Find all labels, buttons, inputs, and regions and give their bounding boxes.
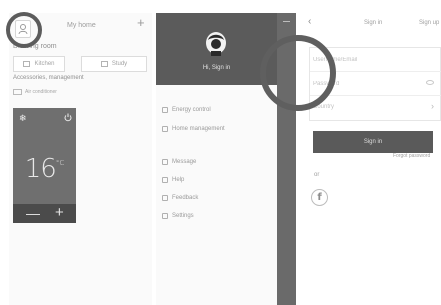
tab-sign-in[interactable]: Sign in [364, 20, 382, 26]
highlight-circle-username [260, 35, 336, 111]
room-button-kitchen[interactable]: Kitchen [13, 56, 65, 72]
room-button-study[interactable]: Study [81, 56, 147, 72]
device-tag-label: Air conditioner [25, 89, 57, 95]
menu-list: Energy control Home management Message H… [156, 85, 277, 305]
feedback-icon [162, 195, 168, 201]
menu-item-message[interactable]: Message [162, 157, 196, 167]
card-controls: — + [13, 204, 76, 223]
menu-item-home-management[interactable]: Home management [162, 124, 225, 134]
ac-device-card[interactable]: ❄ 16°C — + [13, 108, 76, 223]
help-icon [162, 177, 168, 183]
sign-in-button[interactable]: Sign in [313, 131, 433, 153]
energy-icon [162, 107, 168, 113]
room-icon [23, 61, 31, 67]
country-selector[interactable]: Country › [310, 96, 441, 120]
forgot-password-link[interactable]: Forgot password [393, 153, 430, 159]
section-label: Accessories, management [13, 75, 84, 81]
temperature-value: 16 [24, 154, 57, 184]
avatar[interactable] [204, 31, 228, 57]
decrease-temperature-button[interactable]: — [26, 205, 40, 221]
temperature-unit: °C [55, 159, 65, 167]
back-button[interactable]: ‹ [308, 17, 311, 27]
username-label[interactable]: Hi, Sign in [156, 65, 277, 71]
room-icon [100, 61, 108, 67]
room-button-label: Kitchen [34, 61, 55, 67]
menu-item-label: Feedback [172, 195, 199, 201]
message-icon [162, 159, 168, 165]
room-button-label: Study [111, 61, 128, 67]
settings-icon [162, 213, 168, 219]
menu-item-energy-control[interactable]: Energy control [162, 105, 211, 115]
menu-item-label: Settings [172, 213, 194, 219]
menu-close-icon[interactable] [283, 21, 290, 22]
chevron-right-icon: › [431, 101, 434, 111]
tab-sign-up[interactable]: Sign up [419, 20, 439, 26]
eye-icon[interactable] [426, 80, 434, 85]
facebook-icon[interactable]: f [311, 189, 328, 206]
menu-item-help[interactable]: Help [162, 175, 184, 185]
menu-header: Hi, Sign in [156, 13, 277, 85]
or-label: or [314, 172, 320, 178]
increase-temperature-button[interactable]: + [55, 204, 64, 221]
temperature-display: 16°C [13, 154, 76, 184]
home-icon [162, 126, 168, 132]
menu-item-label: Help [172, 177, 185, 183]
menu-item-settings[interactable]: Settings [162, 211, 194, 221]
menu-item-label: Message [172, 159, 197, 165]
device-tag[interactable]: Air conditioner [13, 88, 69, 96]
menu-item-label: Home management [172, 126, 225, 132]
menu-item-label: Energy control [172, 107, 211, 113]
snowflake-icon: ❄ [19, 113, 27, 123]
home-screen: My home + Drawing room Kitchen Study Acc… [9, 13, 152, 305]
power-icon[interactable] [64, 113, 72, 122]
home-title[interactable]: My home [67, 22, 96, 29]
device-icon [13, 89, 22, 95]
add-button[interactable]: + [137, 16, 145, 29]
highlight-circle-profile [6, 12, 42, 48]
menu-item-feedback[interactable]: Feedback [162, 193, 198, 203]
